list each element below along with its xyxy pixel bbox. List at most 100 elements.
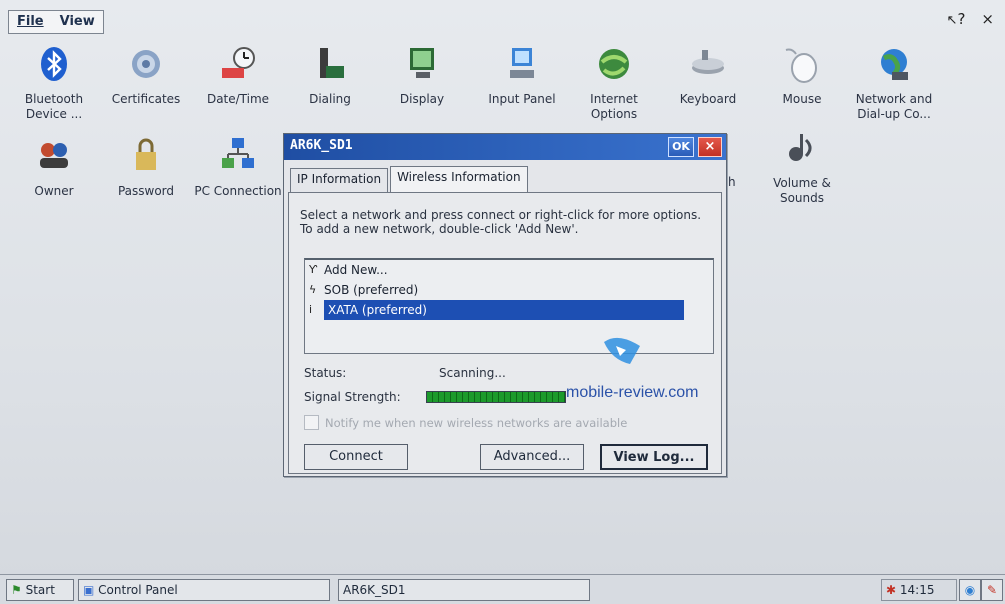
signal-strength-bar	[426, 391, 566, 403]
signal-strength-fill	[427, 392, 565, 402]
network-item-add-new[interactable]: Ƴ Add New...	[305, 260, 713, 280]
ok-button[interactable]: OK	[668, 137, 694, 157]
menu-view[interactable]: View	[52, 11, 103, 33]
partial-icon-label: h	[728, 175, 736, 189]
cp-network[interactable]: Network and Dial-up Co...	[848, 44, 940, 122]
system-tray: ✱ 14:15	[881, 579, 957, 601]
cp-owner[interactable]: Owner	[8, 136, 100, 199]
password-icon	[136, 138, 156, 170]
dialog-title: AR6K_SD1	[290, 138, 353, 153]
cp-dialing[interactable]: Dialing	[284, 44, 376, 107]
advanced-button[interactable]: Advanced...	[480, 444, 584, 470]
help-button[interactable]: ↖?	[947, 10, 966, 28]
cp-label: Dialing	[309, 92, 351, 106]
cp-label: Internet Options	[590, 92, 638, 121]
start-button[interactable]: ⚑ Start	[6, 579, 74, 601]
network-tray-icon[interactable]: ✱	[886, 583, 896, 597]
cp-keyboard[interactable]: Keyboard	[662, 44, 754, 107]
desktop: File View ↖? × Bluetooth Device ... Cert…	[0, 0, 1005, 604]
pen-icon: ✎	[986, 583, 998, 597]
wireless-dialog: AR6K_SD1 OK × IP Information Wireless In…	[283, 133, 727, 477]
info-icon: i	[309, 303, 313, 316]
task-label: Control Panel	[98, 583, 178, 597]
view-log-button[interactable]: View Log...	[600, 444, 708, 470]
network-label: Add New...	[324, 263, 388, 277]
network-item-sob[interactable]: ϟ SOB (preferred)	[305, 280, 713, 300]
network-list[interactable]: Ƴ Add New... ϟ SOB (preferred) i XATA (p…	[304, 258, 714, 354]
cp-label: Mouse	[782, 92, 822, 106]
instructions-text: Select a network and press connect or ri…	[300, 208, 702, 236]
cp-label: Volume & Sounds	[773, 176, 831, 205]
certificates-icon	[132, 50, 160, 78]
keyboard-icon	[692, 50, 724, 74]
control-panel-icon: ▣	[83, 583, 95, 597]
tab-ip-information[interactable]: IP Information	[290, 168, 389, 192]
cp-label: Bluetooth Device ...	[24, 92, 84, 121]
volume-icon	[789, 134, 812, 161]
notify-option: Notify me when new wireless networks are…	[304, 415, 627, 430]
keyboard-tray-icon[interactable]: ✎	[981, 579, 1003, 601]
taskbar-control-panel[interactable]: ▣ Control Panel	[78, 579, 330, 601]
cp-label: Owner	[34, 184, 74, 198]
status-label: Status:	[304, 366, 347, 380]
help-label: ?	[957, 10, 966, 28]
cp-label: Date/Time	[206, 92, 270, 106]
cp-password[interactable]: Password	[100, 136, 192, 199]
phone-icon	[320, 48, 344, 78]
desktop-icon[interactable]: ◉	[959, 579, 981, 601]
cp-label: Input Panel	[488, 92, 556, 106]
pc-connection-icon	[222, 138, 254, 168]
title-controls: ↖? ×	[947, 10, 994, 28]
taskbar-ar6k[interactable]: AR6K_SD1	[338, 579, 590, 601]
taskbar: ⚑ Start ▣ Control Panel AR6K_SD1 ✱ 14:15…	[0, 574, 1005, 604]
network-label: XATA (preferred)	[324, 300, 684, 320]
cp-label: Certificates	[111, 92, 181, 106]
cp-volume[interactable]: Volume & Sounds	[756, 128, 848, 206]
notify-checkbox[interactable]	[304, 415, 319, 430]
signal-label: Signal Strength:	[304, 390, 401, 404]
status-value: Scanning...	[439, 366, 506, 380]
owner-icon	[40, 143, 68, 168]
antenna-icon: Ƴ	[309, 263, 318, 276]
disconnected-icon: ϟ	[309, 283, 317, 296]
cp-internet-options[interactable]: Internet Options	[568, 44, 660, 122]
menu-file[interactable]: File	[9, 11, 52, 33]
cursor-icon: ↖	[946, 13, 958, 28]
close-window-button[interactable]: ×	[981, 10, 994, 28]
dialog-titlebar[interactable]: AR6K_SD1 OK ×	[284, 134, 726, 160]
desktop-tray-icon: ◉	[964, 583, 976, 597]
cp-label: Display	[399, 92, 445, 106]
cp-bluetooth[interactable]: Bluetooth Device ...	[8, 44, 100, 122]
clock-icon	[222, 47, 255, 78]
cp-pc-connection[interactable]: PC Connection	[192, 136, 284, 199]
close-button[interactable]: ×	[698, 137, 722, 157]
watermark-text: mobile-review.com	[566, 384, 699, 401]
cp-input-panel[interactable]: Input Panel	[476, 44, 568, 107]
input-panel-icon	[510, 48, 534, 78]
watermark-logo-icon	[604, 337, 640, 364]
mouse-icon	[785, 48, 817, 83]
start-label: Start	[25, 583, 55, 597]
windows-flag-icon: ⚑	[11, 583, 22, 597]
bluetooth-icon	[41, 47, 67, 81]
network-label: SOB (preferred)	[324, 283, 419, 297]
display-icon	[410, 48, 434, 78]
cp-label: Password	[117, 184, 175, 198]
cp-label: Keyboard	[679, 92, 737, 106]
cp-label: PC Connection	[194, 184, 282, 198]
cp-datetime[interactable]: Date/Time	[192, 44, 284, 107]
cp-label: Network and Dial-up Co...	[855, 92, 933, 121]
cp-mouse[interactable]: Mouse	[756, 44, 848, 107]
cp-certificates[interactable]: Certificates	[100, 44, 192, 107]
clock[interactable]: 14:15	[900, 583, 935, 597]
tab-wireless-information[interactable]: Wireless Information	[390, 166, 528, 192]
connect-button[interactable]: Connect	[304, 444, 408, 470]
network-item-xata[interactable]: i XATA (preferred)	[305, 300, 713, 320]
menu-bar: File View ↖? ×	[8, 8, 998, 36]
cp-display[interactable]: Display	[376, 44, 468, 107]
network-icon	[881, 49, 908, 80]
menu-box: File View	[8, 10, 104, 34]
globe-icon	[599, 49, 629, 79]
notify-label: Notify me when new wireless networks are…	[325, 415, 628, 430]
dialog-tabs: IP Information Wireless Information	[290, 166, 530, 192]
